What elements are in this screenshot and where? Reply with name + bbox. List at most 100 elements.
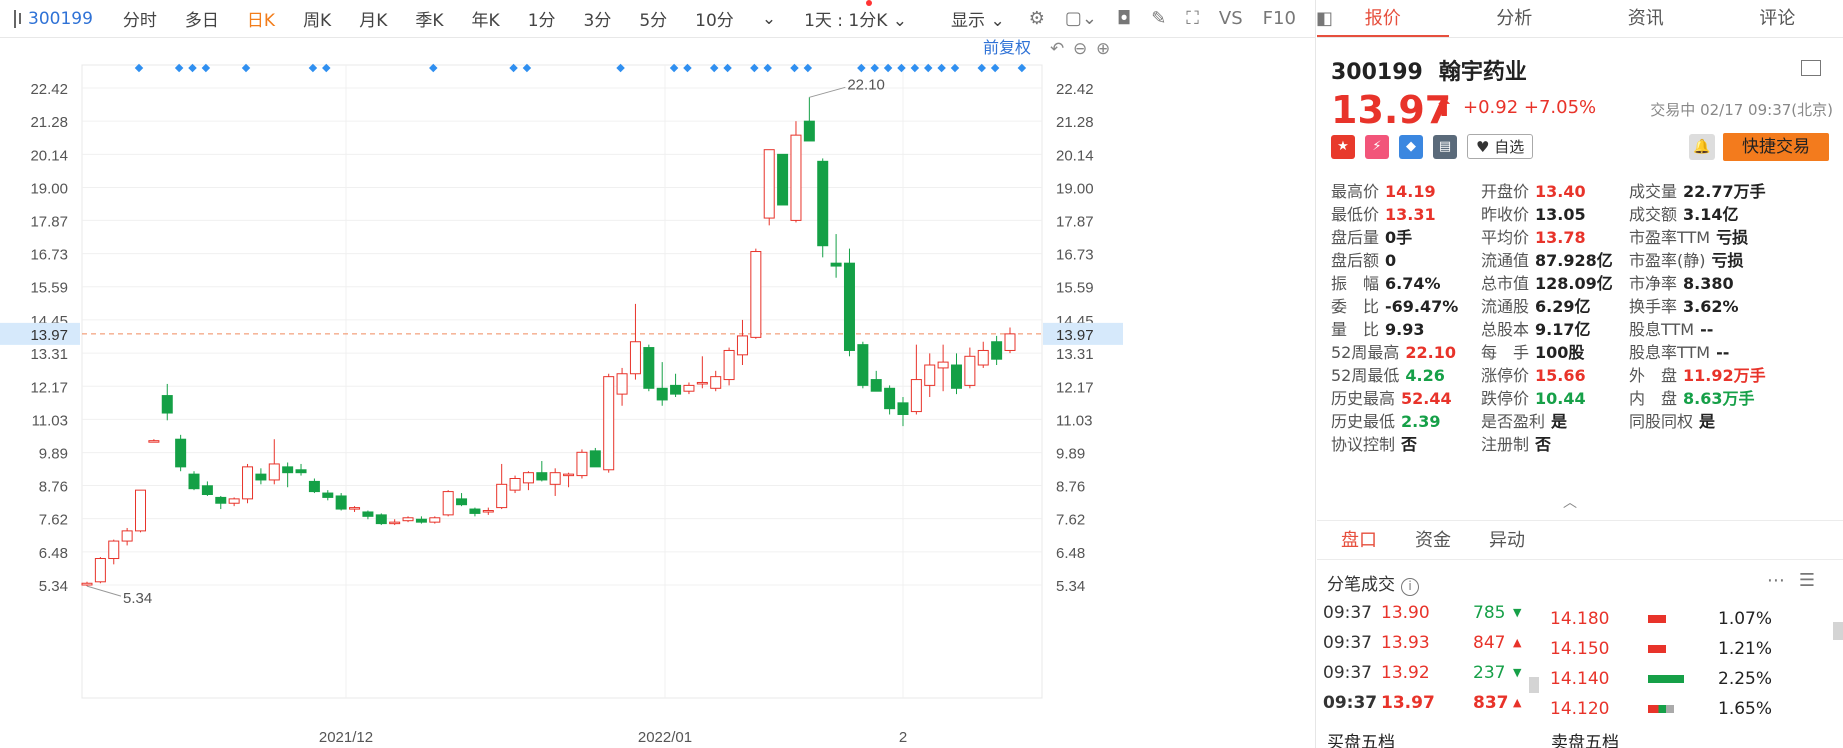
book-volume-bar bbox=[1648, 675, 1684, 683]
period-tab-周K[interactable]: 周K bbox=[289, 6, 345, 31]
collapse-chevron-icon[interactable]: ︿ bbox=[1563, 492, 1577, 512]
candle-body bbox=[135, 489, 147, 532]
camera-icon[interactable]: ◘ bbox=[1117, 8, 1131, 29]
stat-value: -69.47% bbox=[1385, 297, 1459, 316]
stat-label: 昨收价 bbox=[1481, 205, 1530, 224]
period-tab-年K[interactable]: 年K bbox=[458, 6, 514, 31]
quote-panel: 报价 分析 资讯 评论 300199 翰宇药业 13.97 ⬆ +0.92 +7.05%… bbox=[1317, 0, 1843, 748]
stat-item: 振 幅 6.74% bbox=[1331, 270, 1441, 294]
y-tick-left: 7.62 bbox=[39, 512, 68, 529]
stat-value: 100股 bbox=[1535, 343, 1585, 362]
candle-body bbox=[536, 472, 548, 481]
draw-pen-icon[interactable]: ✎ bbox=[1151, 8, 1166, 29]
trade-price: 13.93 bbox=[1381, 633, 1430, 653]
period-tab-10分[interactable]: 10分 bbox=[681, 6, 748, 31]
stat-item: 每 手 100股 bbox=[1481, 339, 1584, 363]
y-tick-right: 20.14 bbox=[1056, 147, 1094, 164]
period-more-dropdown[interactable]: ⌄ bbox=[748, 9, 790, 29]
stat-value: 22.10 bbox=[1405, 343, 1456, 362]
stat-value: 9.93 bbox=[1385, 320, 1425, 339]
candle-body bbox=[991, 341, 1003, 360]
quote-tab-3[interactable]: 评论 bbox=[1712, 0, 1843, 37]
candle-body bbox=[870, 379, 882, 392]
toolbar-icons: ⚙ ▢⌄ ◘ ✎ ⛶ VS F10 ◧ bbox=[1029, 8, 1333, 29]
candle-body bbox=[108, 540, 120, 560]
zoom-in-icon[interactable]: ⊕ bbox=[1096, 39, 1110, 59]
candlestick-chart[interactable]: 22.42 22.42 21.28 21.28 20.14 20.14 19.00 19.00… bbox=[0, 38, 1316, 748]
stat-label: 52周最高 bbox=[1331, 343, 1400, 362]
stock-code[interactable]: 300199 bbox=[28, 9, 93, 29]
fullscreen-icon[interactable]: ⛶ bbox=[1186, 8, 1199, 29]
color-square-icon[interactable]: ▢⌄ bbox=[1065, 8, 1097, 29]
period-tab-日K[interactable]: 日K bbox=[233, 6, 289, 31]
period-tab-季K[interactable]: 季K bbox=[401, 6, 457, 31]
candle-body bbox=[656, 387, 668, 401]
trade-time: 09:37 bbox=[1323, 663, 1372, 683]
stat-value: 10.44 bbox=[1535, 389, 1586, 408]
watchlist-label: 自选 bbox=[1494, 138, 1525, 156]
trade-status-time: 交易中 02/17 09:37(北京) bbox=[1650, 101, 1833, 119]
period-tab-多日[interactable]: 多日 bbox=[171, 6, 233, 31]
period-tab-3分[interactable]: 3分 bbox=[570, 6, 626, 31]
k-setting-dropdown[interactable]: 1天 : 1分K ⌄ bbox=[790, 6, 921, 31]
period-tab-月K[interactable]: 月K bbox=[345, 6, 401, 31]
stat-item: 市盈率TTM 亏损 bbox=[1629, 224, 1748, 248]
chart-toolbar: 300199 分时 多日 日K 周K 月K 季K 年K 1分 3分 5分 10分 ⌄ 1天 : 1分… bbox=[0, 0, 1333, 38]
y-tick-left: 21.28 bbox=[30, 114, 68, 131]
book-price: 14.120 bbox=[1550, 699, 1610, 719]
stat-value: -- bbox=[1716, 343, 1730, 362]
f10-button[interactable]: F10 bbox=[1263, 8, 1296, 29]
sub-tab-2[interactable]: 异动 bbox=[1489, 526, 1525, 554]
sub-tab-1[interactable]: 资金 bbox=[1415, 526, 1451, 554]
x-tick-label: 2021/12 bbox=[319, 729, 373, 746]
settings-gear-icon[interactable]: ⚙ bbox=[1029, 8, 1045, 29]
stat-label: 涨停价 bbox=[1481, 366, 1530, 385]
stat-value: 3.62% bbox=[1683, 297, 1739, 316]
bell-icon[interactable]: 🔔 bbox=[1689, 134, 1715, 160]
period-tab-1分[interactable]: 1分 bbox=[514, 6, 570, 31]
stat-value: 128.09亿 bbox=[1535, 274, 1613, 293]
info-icon[interactable]: i bbox=[1401, 578, 1419, 596]
stat-label: 股息率TTM bbox=[1629, 343, 1711, 362]
notes-icon[interactable]: ▤ bbox=[1433, 134, 1457, 159]
low-annotation-label: 5.34 bbox=[123, 590, 152, 607]
more-icon[interactable]: ⋯ bbox=[1767, 570, 1799, 591]
add-watchlist-button[interactable]: ♥ 自选 bbox=[1467, 134, 1534, 159]
menu-icon[interactable] bbox=[1801, 60, 1821, 76]
stat-item: 委 比 -69.47% bbox=[1331, 293, 1458, 317]
sidebar-toggle-icon[interactable] bbox=[14, 9, 21, 28]
adjust-mode-label[interactable]: 前复权 bbox=[983, 39, 1031, 57]
y-tick-right: 17.87 bbox=[1056, 213, 1094, 230]
undo-icon[interactable]: ↶ bbox=[1050, 39, 1064, 59]
quote-tab-0[interactable]: 报价 bbox=[1317, 0, 1449, 37]
stock-name: 翰宇药业 bbox=[1438, 60, 1527, 85]
book-percent: 1.21% bbox=[1718, 639, 1773, 659]
sub-tab-0[interactable]: 盘口 bbox=[1341, 526, 1377, 554]
quote-tab-1[interactable]: 分析 bbox=[1449, 0, 1581, 37]
period-tab-5分[interactable]: 5分 bbox=[625, 6, 681, 31]
book-scrollbar[interactable] bbox=[1833, 622, 1843, 640]
stat-item: 52周最低 4.26 bbox=[1331, 362, 1445, 386]
stat-value: 13.31 bbox=[1385, 205, 1436, 224]
quick-trade-button[interactable]: 快捷交易 bbox=[1723, 133, 1829, 161]
stat-value: 13.05 bbox=[1535, 205, 1586, 224]
vs-compare-button[interactable]: VS bbox=[1219, 8, 1243, 29]
candle-body bbox=[950, 364, 962, 389]
y-tick-right: 8.76 bbox=[1056, 478, 1085, 495]
zoom-out-icon[interactable]: ⊖ bbox=[1073, 39, 1087, 59]
stat-value: 亏损 bbox=[1711, 251, 1744, 270]
trade-volume: 847 bbox=[1473, 633, 1506, 653]
stat-label: 成交量 bbox=[1629, 182, 1678, 201]
quote-tab-2[interactable]: 资讯 bbox=[1580, 0, 1712, 37]
candle-body bbox=[1004, 333, 1016, 351]
margin-trade-icon[interactable]: ⚡ bbox=[1365, 134, 1389, 159]
period-tab-分时[interactable]: 分时 bbox=[109, 6, 171, 31]
trades-scrollbar[interactable] bbox=[1529, 677, 1539, 693]
tag-icon[interactable]: ◆ bbox=[1399, 134, 1423, 159]
list-icon[interactable]: ☰ bbox=[1799, 570, 1829, 591]
candle-body bbox=[910, 379, 922, 413]
book-volume-bar bbox=[1648, 705, 1674, 713]
y-tick-right: 5.34 bbox=[1056, 578, 1085, 595]
candle-body bbox=[509, 478, 521, 491]
display-dropdown[interactable]: 显示 ⌄ bbox=[937, 6, 1019, 31]
